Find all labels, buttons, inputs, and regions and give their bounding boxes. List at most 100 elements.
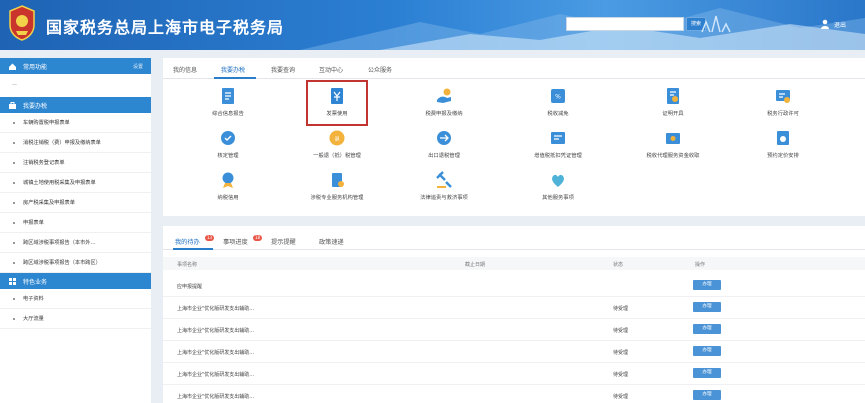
tab-policy-news[interactable]: 政策速递 — [319, 237, 344, 246]
service-tile[interactable]: 退 一般退（抵）税管理 — [282, 128, 392, 159]
sidebar-section-common[interactable]: 常用功能 设置 — [0, 58, 151, 74]
sidebar-item-label: 跨区域涉税事项报告（本市外… — [23, 240, 96, 246]
row-name[interactable]: 上海市企业"优化版研发支出辅助… — [177, 327, 254, 334]
settings-link[interactable]: 设置 — [133, 63, 143, 70]
permit-icon — [776, 90, 790, 103]
sidebar-item[interactable]: 大厅流量 — [0, 309, 151, 329]
sidebar-item[interactable]: 消税注销税（费）申报及缴纳表单 — [0, 133, 151, 153]
column-header-action: 操作 — [695, 262, 706, 268]
sidebar-item[interactable]: 申报表单 — [0, 213, 151, 233]
home-icon — [9, 63, 16, 70]
service-label: 涉税专业服务机构管理 — [310, 195, 364, 201]
sidebar-item-label: 车辆购置税申报表单 — [23, 120, 70, 126]
briefcase-icon — [9, 101, 16, 109]
sidebar-item-label: 跨区域涉税事项报告（本市跨区） — [23, 260, 101, 266]
agency-fund-icon — [666, 133, 680, 144]
service-label: 纳税信用 — [217, 195, 239, 201]
logout-link[interactable]: 退出 — [834, 20, 846, 29]
handle-button[interactable]: 办理 — [693, 302, 721, 312]
sidebar-section-special[interactable]: 特色业务 — [0, 273, 151, 289]
sidebar-empty-text: — — [12, 82, 17, 88]
service-tile[interactable]: 其他服务事项 — [503, 170, 613, 201]
service-tile[interactable]: 涉税专业服务机构管理 — [282, 170, 392, 201]
sidebar-section-tax[interactable]: 我要办税 — [0, 97, 151, 113]
service-label: 预约定价安排 — [767, 153, 799, 159]
sidebar-section-label: 特色业务 — [23, 278, 48, 286]
service-tile[interactable]: 证明开具 — [618, 86, 728, 117]
service-tile[interactable]: 法律追责与救济事项 — [389, 170, 499, 201]
column-header-name: 事项名称 — [177, 262, 198, 268]
certificate-icon — [667, 88, 679, 104]
service-label: 税收代理服务资金收取 — [646, 153, 700, 159]
sidebar-item[interactable]: 房产税采集及申报表单 — [0, 193, 151, 213]
service-tile[interactable]: 核定管理 — [173, 128, 283, 159]
service-tile[interactable]: 出口退税管理 — [389, 128, 499, 159]
row-status: 待受理 — [613, 372, 629, 378]
bullet-icon — [13, 181, 15, 184]
row-name[interactable]: 上海市企业"优化版研发支出辅助… — [177, 371, 254, 378]
sidebar-item-label: 注销税务登记表单 — [23, 160, 65, 166]
table-row: 上海市企业"优化版研发支出辅助… 待受理 办理 — [163, 385, 865, 403]
todo-count-badge: 13 — [205, 235, 214, 241]
row-name[interactable]: 上海市企业"优化版研发支出辅助… — [177, 393, 254, 400]
service-tile[interactable]: 综合信息报告 — [173, 86, 283, 117]
row-name[interactable]: 上海市企业"优化版研发支出辅助… — [177, 349, 254, 356]
active-tab-indicator — [214, 77, 256, 79]
sidebar-item-label: 消税注销税（费）申报及缴纳表单 — [23, 140, 101, 146]
row-status: 待受理 — [613, 328, 629, 334]
handle-button[interactable]: 办理 — [693, 368, 721, 378]
sidebar-item[interactable]: 车辆购置税申报表单 — [0, 113, 151, 133]
tax-emblem-icon — [9, 5, 35, 41]
tax-payment-icon — [437, 88, 451, 103]
bullet-icon — [13, 201, 15, 204]
table-row: 上海市企业"优化版研发支出辅助… 待受理 办理 — [163, 363, 865, 385]
service-tile[interactable]: 税费申报及缴纳 — [389, 86, 499, 117]
tab-public-service[interactable]: 公众服务 — [368, 65, 392, 74]
sidebar: 常用功能 设置 — 我要办税 车辆购置税申报表单 消税注销税（费）申报及缴纳表单… — [0, 58, 151, 403]
tab-interaction[interactable]: 互动中心 — [319, 65, 343, 74]
handle-button[interactable]: 办理 — [693, 280, 721, 290]
service-label: 税费申报及缴纳 — [425, 111, 463, 117]
sidebar-item-label: 申报表单 — [23, 220, 44, 226]
report-icon — [222, 88, 234, 104]
row-name[interactable]: 应申报提醒 — [177, 283, 202, 290]
column-header-deadline: 截止日期 — [465, 262, 486, 268]
row-name[interactable]: 上海市企业"优化版研发支出辅助… — [177, 305, 254, 312]
table-row: 上海市企业"优化版研发支出辅助… 待受理 办理 — [163, 341, 865, 363]
progress-count-badge: 18 — [253, 235, 262, 241]
sidebar-item[interactable]: 跨区域涉税事项报告（本市跨区） — [0, 253, 151, 273]
sidebar-item[interactable]: 跨区域涉税事项报告（本市外… — [0, 233, 151, 253]
sidebar-item[interactable]: 注销税务登记表单 — [0, 153, 151, 173]
service-tile[interactable]: 增值税抵扣凭证管理 — [503, 128, 613, 159]
service-tile[interactable]: % 税收减免 — [503, 86, 613, 117]
sidebar-item[interactable]: 城镇土地使用税采集及申报表单 — [0, 173, 151, 193]
search-input[interactable] — [566, 17, 684, 31]
tab-query[interactable]: 我要查询 — [271, 65, 295, 74]
task-panel: 我的待办 13 事项进度 18 提示提醒 政策速递 事项名称 截止日期 状态 操… — [163, 226, 865, 403]
active-tab-indicator — [173, 248, 213, 250]
service-label: 综合信息报告 — [212, 111, 244, 117]
handle-button[interactable]: 办理 — [693, 390, 721, 400]
sidebar-item[interactable]: 电子资料 — [0, 289, 151, 309]
bullet-icon — [13, 121, 15, 124]
user-icon[interactable] — [820, 19, 830, 29]
handle-button[interactable]: 办理 — [693, 346, 721, 356]
row-status: 待受理 — [613, 306, 629, 312]
tab-my-todo[interactable]: 我的待办 — [175, 237, 200, 246]
handle-button[interactable]: 办理 — [693, 324, 721, 334]
service-tile[interactable]: 预约定价安排 — [728, 128, 838, 159]
service-tile[interactable]: 纳税信用 — [173, 170, 283, 201]
tab-progress[interactable]: 事项进度 — [223, 237, 248, 246]
service-label: 出口退税管理 — [428, 153, 460, 159]
assessment-icon — [221, 131, 235, 145]
tab-my-info[interactable]: 我的信息 — [173, 65, 197, 74]
sidebar-item-label: 城镇土地使用税采集及申报表单 — [23, 180, 96, 186]
tab-reminders[interactable]: 提示提醒 — [271, 237, 296, 246]
export-refund-icon — [437, 131, 451, 145]
table-row: 上海市企业"优化版研发支出辅助… 待受理 办理 — [163, 319, 865, 341]
service-tile[interactable]: 税收代理服务资金收取 — [618, 128, 728, 159]
bullet-icon — [13, 221, 15, 224]
service-tile[interactable]: 税务行政许可 — [728, 86, 838, 117]
tab-do-tax[interactable]: 我要办税 — [221, 65, 245, 74]
column-header-status: 状态 — [613, 262, 624, 268]
